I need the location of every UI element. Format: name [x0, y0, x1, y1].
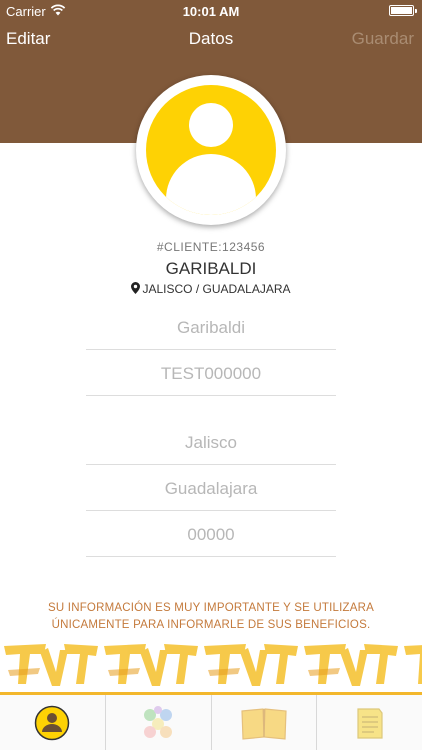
- name-field[interactable]: [86, 306, 336, 350]
- client-location: JALISCO / GUADALAJARA: [0, 282, 422, 296]
- avatar-placeholder-icon: [146, 85, 276, 215]
- city-field[interactable]: [86, 467, 336, 511]
- client-id: #CLIENTE:123456: [156, 240, 266, 254]
- notes-icon: [357, 707, 383, 739]
- tab-profile[interactable]: [0, 695, 106, 750]
- state-field[interactable]: [86, 421, 336, 465]
- state-input[interactable]: [86, 421, 336, 464]
- location-label: JALISCO / GUADALAJARA: [142, 282, 291, 296]
- client-name: GARIBALDI: [165, 259, 257, 278]
- tab-bar: [0, 695, 422, 750]
- tab-book[interactable]: [212, 695, 318, 750]
- zip-field[interactable]: [86, 513, 336, 557]
- book-icon: [241, 707, 287, 740]
- info-message: SU INFORMACIÓN ES MUY IMPORTANTE Y SE UT…: [48, 602, 374, 631]
- status-time: 10:01 AM: [182, 4, 240, 19]
- code-field[interactable]: [86, 352, 336, 396]
- name-input[interactable]: [86, 306, 336, 349]
- avatar[interactable]: [136, 75, 286, 225]
- battery-icon: [389, 5, 417, 16]
- tab-categories[interactable]: [106, 695, 212, 750]
- profile-icon: [35, 705, 70, 740]
- status-bar: Carrier 10:01 AM: [0, 0, 422, 22]
- location-pin-icon: [131, 282, 141, 294]
- zip-input[interactable]: [86, 513, 336, 556]
- tab-notes[interactable]: [317, 695, 422, 750]
- save-button[interactable]: Guardar: [352, 29, 414, 49]
- categories-icon: [144, 705, 173, 738]
- city-input[interactable]: [86, 467, 336, 510]
- decorative-pattern-icon: [4, 644, 422, 686]
- code-input[interactable]: [86, 352, 336, 395]
